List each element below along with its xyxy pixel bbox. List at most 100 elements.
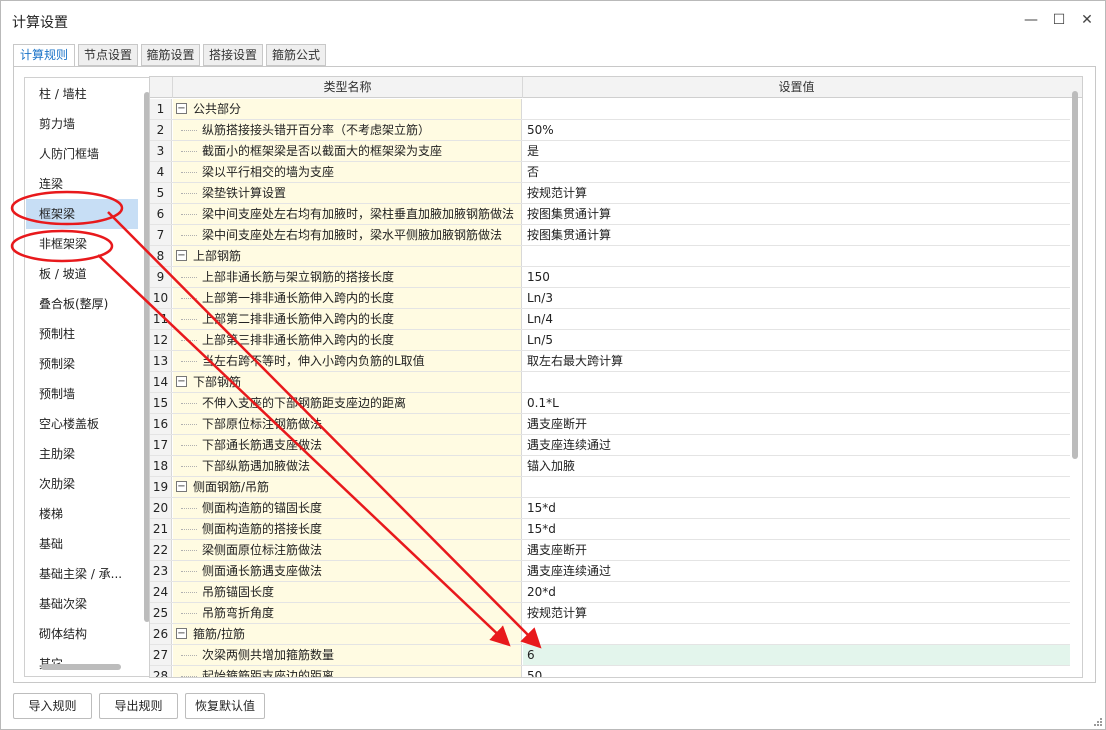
table-row[interactable]: 15 不伸入支座的下部钢筋距支座边的距离 0.1*L xyxy=(150,393,1070,414)
table-row[interactable]: 20 侧面构造筋的锚固长度 15*d xyxy=(150,498,1070,519)
setting-value-cell[interactable]: 15*d xyxy=(523,498,1070,518)
sidebar-item[interactable]: 板 / 坡道 xyxy=(26,259,138,289)
setting-value-cell[interactable]: 20*d xyxy=(523,582,1070,602)
tab-stirrup-settings[interactable]: 箍筋设置 xyxy=(141,44,200,66)
maximize-icon[interactable]: ☐ xyxy=(1050,11,1068,29)
sidebar-item[interactable]: 预制梁 xyxy=(26,349,138,379)
setting-value-cell[interactable]: 50% xyxy=(523,120,1070,140)
setting-value-cell[interactable] xyxy=(523,246,1070,266)
table-row[interactable]: 17 下部通长筋遇支座做法 遇支座连续通过 xyxy=(150,435,1070,456)
tree-connector xyxy=(181,571,197,572)
table-row[interactable]: 22 梁侧面原位标注筋做法 遇支座断开 xyxy=(150,540,1070,561)
sidebar-item[interactable]: 基础 xyxy=(26,529,138,559)
sidebar-item[interactable]: 预制墙 xyxy=(26,379,138,409)
collapse-icon[interactable]: − xyxy=(176,103,187,114)
sidebar-item[interactable]: 连梁 xyxy=(26,169,138,199)
setting-value-cell[interactable]: 按图集贯通计算 xyxy=(523,225,1070,245)
setting-value-cell[interactable]: 遇支座连续通过 xyxy=(523,435,1070,455)
sidebar-item[interactable]: 砌体结构 xyxy=(26,619,138,649)
table-row[interactable]: 7 梁中间支座处左右均有加腋时，梁水平侧腋加腋钢筋做法 按图集贯通计算 xyxy=(150,225,1070,246)
sidebar-item[interactable]: 基础次梁 xyxy=(26,589,138,619)
collapse-icon[interactable]: − xyxy=(176,481,187,492)
setting-value-cell[interactable]: 按规范计算 xyxy=(523,183,1070,203)
setting-value-cell[interactable]: 遇支座断开 xyxy=(523,540,1070,560)
setting-value-cell[interactable]: 0.1*L xyxy=(523,393,1070,413)
sidebar-item[interactable]: 柱 / 墙柱 xyxy=(26,79,138,109)
sidebar-item[interactable]: 非框架梁 xyxy=(26,229,138,259)
setting-value-cell[interactable]: 按规范计算 xyxy=(523,603,1070,623)
setting-value-cell[interactable]: Ln/5 xyxy=(523,330,1070,350)
setting-value-cell[interactable] xyxy=(523,477,1070,497)
table-row[interactable]: 23 侧面通长筋遇支座做法 遇支座连续通过 xyxy=(150,561,1070,582)
calc-settings-window: 计算设置 — ☐ ✕ 计算规则 节点设置 箍筋设置 搭接设置 箍筋公式 柱 / … xyxy=(0,0,1106,730)
setting-value-cell[interactable]: 6 xyxy=(523,645,1070,665)
table-row[interactable]: 18 下部纵筋遇加腋做法 锚入加腋 xyxy=(150,456,1070,477)
sidebar-item[interactable]: 人防门框墙 xyxy=(26,139,138,169)
setting-value-cell[interactable]: Ln/4 xyxy=(523,309,1070,329)
sidebar-item[interactable]: 楼梯 xyxy=(26,499,138,529)
row-number: 9 xyxy=(150,267,172,287)
table-row[interactable]: 4 梁以平行相交的墙为支座 否 xyxy=(150,162,1070,183)
table-row[interactable]: 12 上部第三排非通长筋伸入跨内的长度 Ln/5 xyxy=(150,330,1070,351)
grid-vertical-scrollbar[interactable] xyxy=(1072,91,1078,459)
table-row[interactable]: 14− 下部钢筋 xyxy=(150,372,1070,393)
table-row[interactable]: 2 纵筋搭接接头错开百分率（不考虑架立筋） 50% xyxy=(150,120,1070,141)
tree-connector xyxy=(181,130,197,131)
sidebar-item[interactable]: 基础主梁 / 承... xyxy=(26,559,138,589)
sidebar-item[interactable]: 空心楼盖板 xyxy=(26,409,138,439)
setting-value-cell[interactable]: 遇支座断开 xyxy=(523,414,1070,434)
sidebar-horizontal-scrollbar[interactable] xyxy=(41,664,121,670)
table-row[interactable]: 1− 公共部分 xyxy=(150,99,1070,120)
setting-value-cell[interactable]: 遇支座连续通过 xyxy=(523,561,1070,581)
table-row[interactable]: 24 吊筋锚固长度 20*d xyxy=(150,582,1070,603)
table-row[interactable]: 28 起始箍筋距支座边的距离 50 xyxy=(150,666,1070,677)
setting-value-cell[interactable]: 按图集贯通计算 xyxy=(523,204,1070,224)
setting-value-cell[interactable]: 是 xyxy=(523,141,1070,161)
setting-value-cell[interactable]: 取左右最大跨计算 xyxy=(523,351,1070,371)
setting-label: 下部纵筋遇加腋做法 xyxy=(202,459,311,473)
collapse-icon[interactable]: − xyxy=(176,628,187,639)
close-icon[interactable]: ✕ xyxy=(1078,11,1096,29)
setting-value-cell[interactable]: 150 xyxy=(523,267,1070,287)
tab-node-settings[interactable]: 节点设置 xyxy=(78,44,138,66)
table-row[interactable]: 16 下部原位标注钢筋做法 遇支座断开 xyxy=(150,414,1070,435)
setting-value-cell[interactable]: 15*d xyxy=(523,519,1070,539)
import-rules-button[interactable]: 导入规则 xyxy=(13,693,92,719)
table-row[interactable]: 21 侧面构造筋的搭接长度 15*d xyxy=(150,519,1070,540)
table-row[interactable]: 25 吊筋弯折角度 按规范计算 xyxy=(150,603,1070,624)
collapse-icon[interactable]: − xyxy=(176,250,187,261)
table-row[interactable]: 3 截面小的框架梁是否以截面大的框架梁为支座 是 xyxy=(150,141,1070,162)
table-row[interactable]: 13 当左右跨不等时，伸入小跨内负筋的L取值 取左右最大跨计算 xyxy=(150,351,1070,372)
tab-stirrup-formula[interactable]: 箍筋公式 xyxy=(266,44,326,66)
sidebar-item[interactable]: 其它 xyxy=(26,649,138,676)
restore-defaults-button[interactable]: 恢复默认值 xyxy=(185,693,265,719)
setting-value-cell[interactable]: 50 xyxy=(523,666,1070,677)
setting-value-cell[interactable]: 否 xyxy=(523,162,1070,182)
tab-calc-rules[interactable]: 计算规则 xyxy=(13,44,75,67)
table-row[interactable]: 19− 侧面钢筋/吊筋 xyxy=(150,477,1070,498)
table-row[interactable]: 5 梁垫铁计算设置 按规范计算 xyxy=(150,183,1070,204)
sidebar-item[interactable]: 叠合板(整厚) xyxy=(26,289,138,319)
setting-value-cell[interactable] xyxy=(523,624,1070,644)
collapse-icon[interactable]: − xyxy=(176,376,187,387)
resize-grip-icon[interactable] xyxy=(1093,717,1103,727)
minimize-icon[interactable]: — xyxy=(1022,11,1040,29)
tab-lap-settings[interactable]: 搭接设置 xyxy=(203,44,263,66)
export-rules-button[interactable]: 导出规则 xyxy=(99,693,178,719)
table-row[interactable]: 26− 箍筋/拉筋 xyxy=(150,624,1070,645)
table-row[interactable]: 10 上部第一排非通长筋伸入跨内的长度 Ln/3 xyxy=(150,288,1070,309)
table-row[interactable]: 8− 上部钢筋 xyxy=(150,246,1070,267)
sidebar-item[interactable]: 主肋梁 xyxy=(26,439,138,469)
sidebar-item[interactable]: 框架梁 xyxy=(26,199,138,229)
sidebar-item[interactable]: 预制柱 xyxy=(26,319,138,349)
sidebar-item[interactable]: 剪力墙 xyxy=(26,109,138,139)
setting-value-cell[interactable]: 锚入加腋 xyxy=(523,456,1070,476)
sidebar-item[interactable]: 次肋梁 xyxy=(26,469,138,499)
table-row[interactable]: 9 上部非通长筋与架立钢筋的搭接长度 150 xyxy=(150,267,1070,288)
table-row[interactable]: 11 上部第二排非通长筋伸入跨内的长度 Ln/4 xyxy=(150,309,1070,330)
setting-value-cell[interactable]: Ln/3 xyxy=(523,288,1070,308)
table-row[interactable]: 27 次梁两侧共增加箍筋数量 6 xyxy=(150,645,1070,666)
table-row[interactable]: 6 梁中间支座处左右均有加腋时，梁柱垂直加腋加腋钢筋做法 按图集贯通计算 xyxy=(150,204,1070,225)
setting-value-cell[interactable] xyxy=(523,372,1070,392)
setting-value-cell[interactable] xyxy=(523,99,1070,119)
